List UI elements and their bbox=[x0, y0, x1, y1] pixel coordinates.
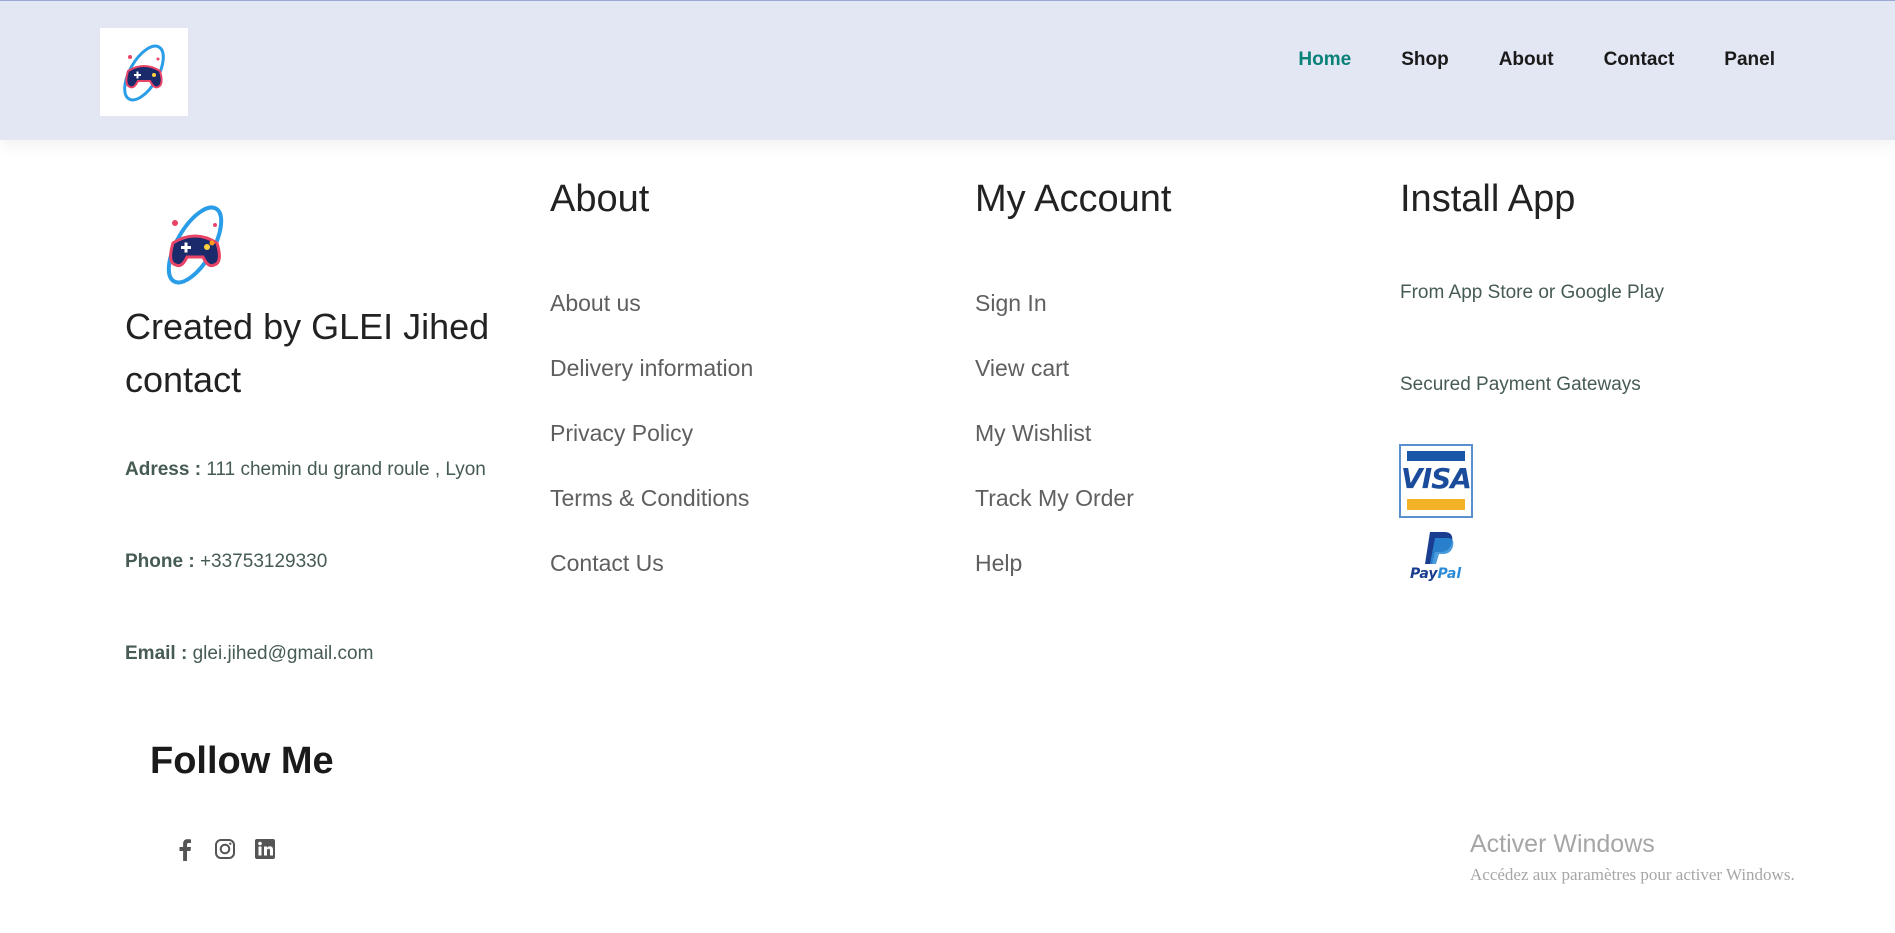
link-sign-in[interactable]: Sign In bbox=[975, 290, 1134, 355]
paypal-text-pay: Pay bbox=[1410, 566, 1438, 582]
brand-logo-icon bbox=[166, 205, 224, 285]
main-nav: Home Shop About Contact Panel bbox=[1298, 49, 1775, 71]
created-by-text: Created by GLEI Jihed bbox=[125, 306, 490, 347]
email-info: Email : glei.jihed@gmail.com bbox=[125, 643, 373, 665]
visa-text: VISA bbox=[1401, 462, 1472, 495]
email-label: Email : bbox=[125, 643, 188, 664]
nav-about[interactable]: About bbox=[1499, 49, 1554, 71]
link-delivery-information[interactable]: Delivery information bbox=[550, 355, 753, 420]
link-contact-us[interactable]: Contact Us bbox=[550, 550, 753, 615]
visa-bar-bottom bbox=[1407, 499, 1465, 510]
nav-panel[interactable]: Panel bbox=[1724, 49, 1775, 71]
paypal-text: PayPal bbox=[1410, 566, 1461, 582]
paypal-p-icon bbox=[1425, 532, 1454, 564]
nav-shop[interactable]: Shop bbox=[1401, 49, 1449, 71]
address-label: Adress : bbox=[125, 459, 202, 480]
brand-created-by: Created by GLEI Jihed contact bbox=[125, 300, 525, 406]
contact-heading: contact bbox=[125, 359, 242, 400]
account-title: My Account bbox=[975, 178, 1172, 220]
nav-home[interactable]: Home bbox=[1298, 49, 1351, 71]
paypal-text-pal: Pal bbox=[1437, 566, 1462, 582]
facebook-icon[interactable] bbox=[172, 836, 198, 862]
watermark-title: Activer Windows bbox=[1470, 830, 1655, 858]
paypal-logo: PayPal bbox=[1408, 530, 1468, 586]
phone-label: Phone : bbox=[125, 551, 195, 572]
link-track-order[interactable]: Track My Order bbox=[975, 485, 1134, 550]
nav-contact[interactable]: Contact bbox=[1604, 49, 1675, 71]
site-header: Home Shop About Contact Panel bbox=[0, 0, 1895, 140]
link-my-wishlist[interactable]: My Wishlist bbox=[975, 420, 1134, 485]
install-title: Install App bbox=[1400, 178, 1576, 220]
linkedin-icon[interactable] bbox=[252, 836, 278, 862]
visa-bar-top bbox=[1407, 451, 1465, 461]
visa-logo: VISA bbox=[1399, 444, 1473, 518]
about-title: About bbox=[550, 178, 650, 220]
link-about-us[interactable]: About us bbox=[550, 290, 753, 355]
windows-activation-watermark: Activer Windows Accédez aux paramètres p… bbox=[1470, 830, 1795, 885]
phone-info: Phone : +33753129330 bbox=[125, 551, 327, 573]
phone-value: +33753129330 bbox=[199, 551, 328, 572]
social-links bbox=[172, 836, 278, 862]
link-view-cart[interactable]: View cart bbox=[975, 355, 1134, 420]
follow-title: Follow Me bbox=[150, 740, 334, 782]
app-stores-text: From App Store or Google Play bbox=[1400, 282, 1665, 303]
secured-payment-text: Secured Payment Gateways bbox=[1400, 374, 1641, 395]
link-privacy-policy[interactable]: Privacy Policy bbox=[550, 420, 753, 485]
gamepad-logo-icon bbox=[123, 44, 165, 102]
instagram-icon[interactable] bbox=[212, 836, 238, 862]
address-value: 111 chemin du grand roule , Lyon bbox=[206, 459, 486, 480]
account-links: Sign In View cart My Wishlist Track My O… bbox=[975, 290, 1134, 615]
link-help[interactable]: Help bbox=[975, 550, 1134, 615]
header-logo[interactable] bbox=[100, 28, 188, 116]
link-terms-conditions[interactable]: Terms & Conditions bbox=[550, 485, 753, 550]
about-links: About us Delivery information Privacy Po… bbox=[550, 290, 753, 615]
address-info: Adress : 111 chemin du grand roule , Lyo… bbox=[125, 459, 486, 481]
watermark-subtitle: Accédez aux paramètres pour activer Wind… bbox=[1470, 865, 1795, 884]
email-value: glei.jihed@gmail.com bbox=[192, 643, 374, 664]
